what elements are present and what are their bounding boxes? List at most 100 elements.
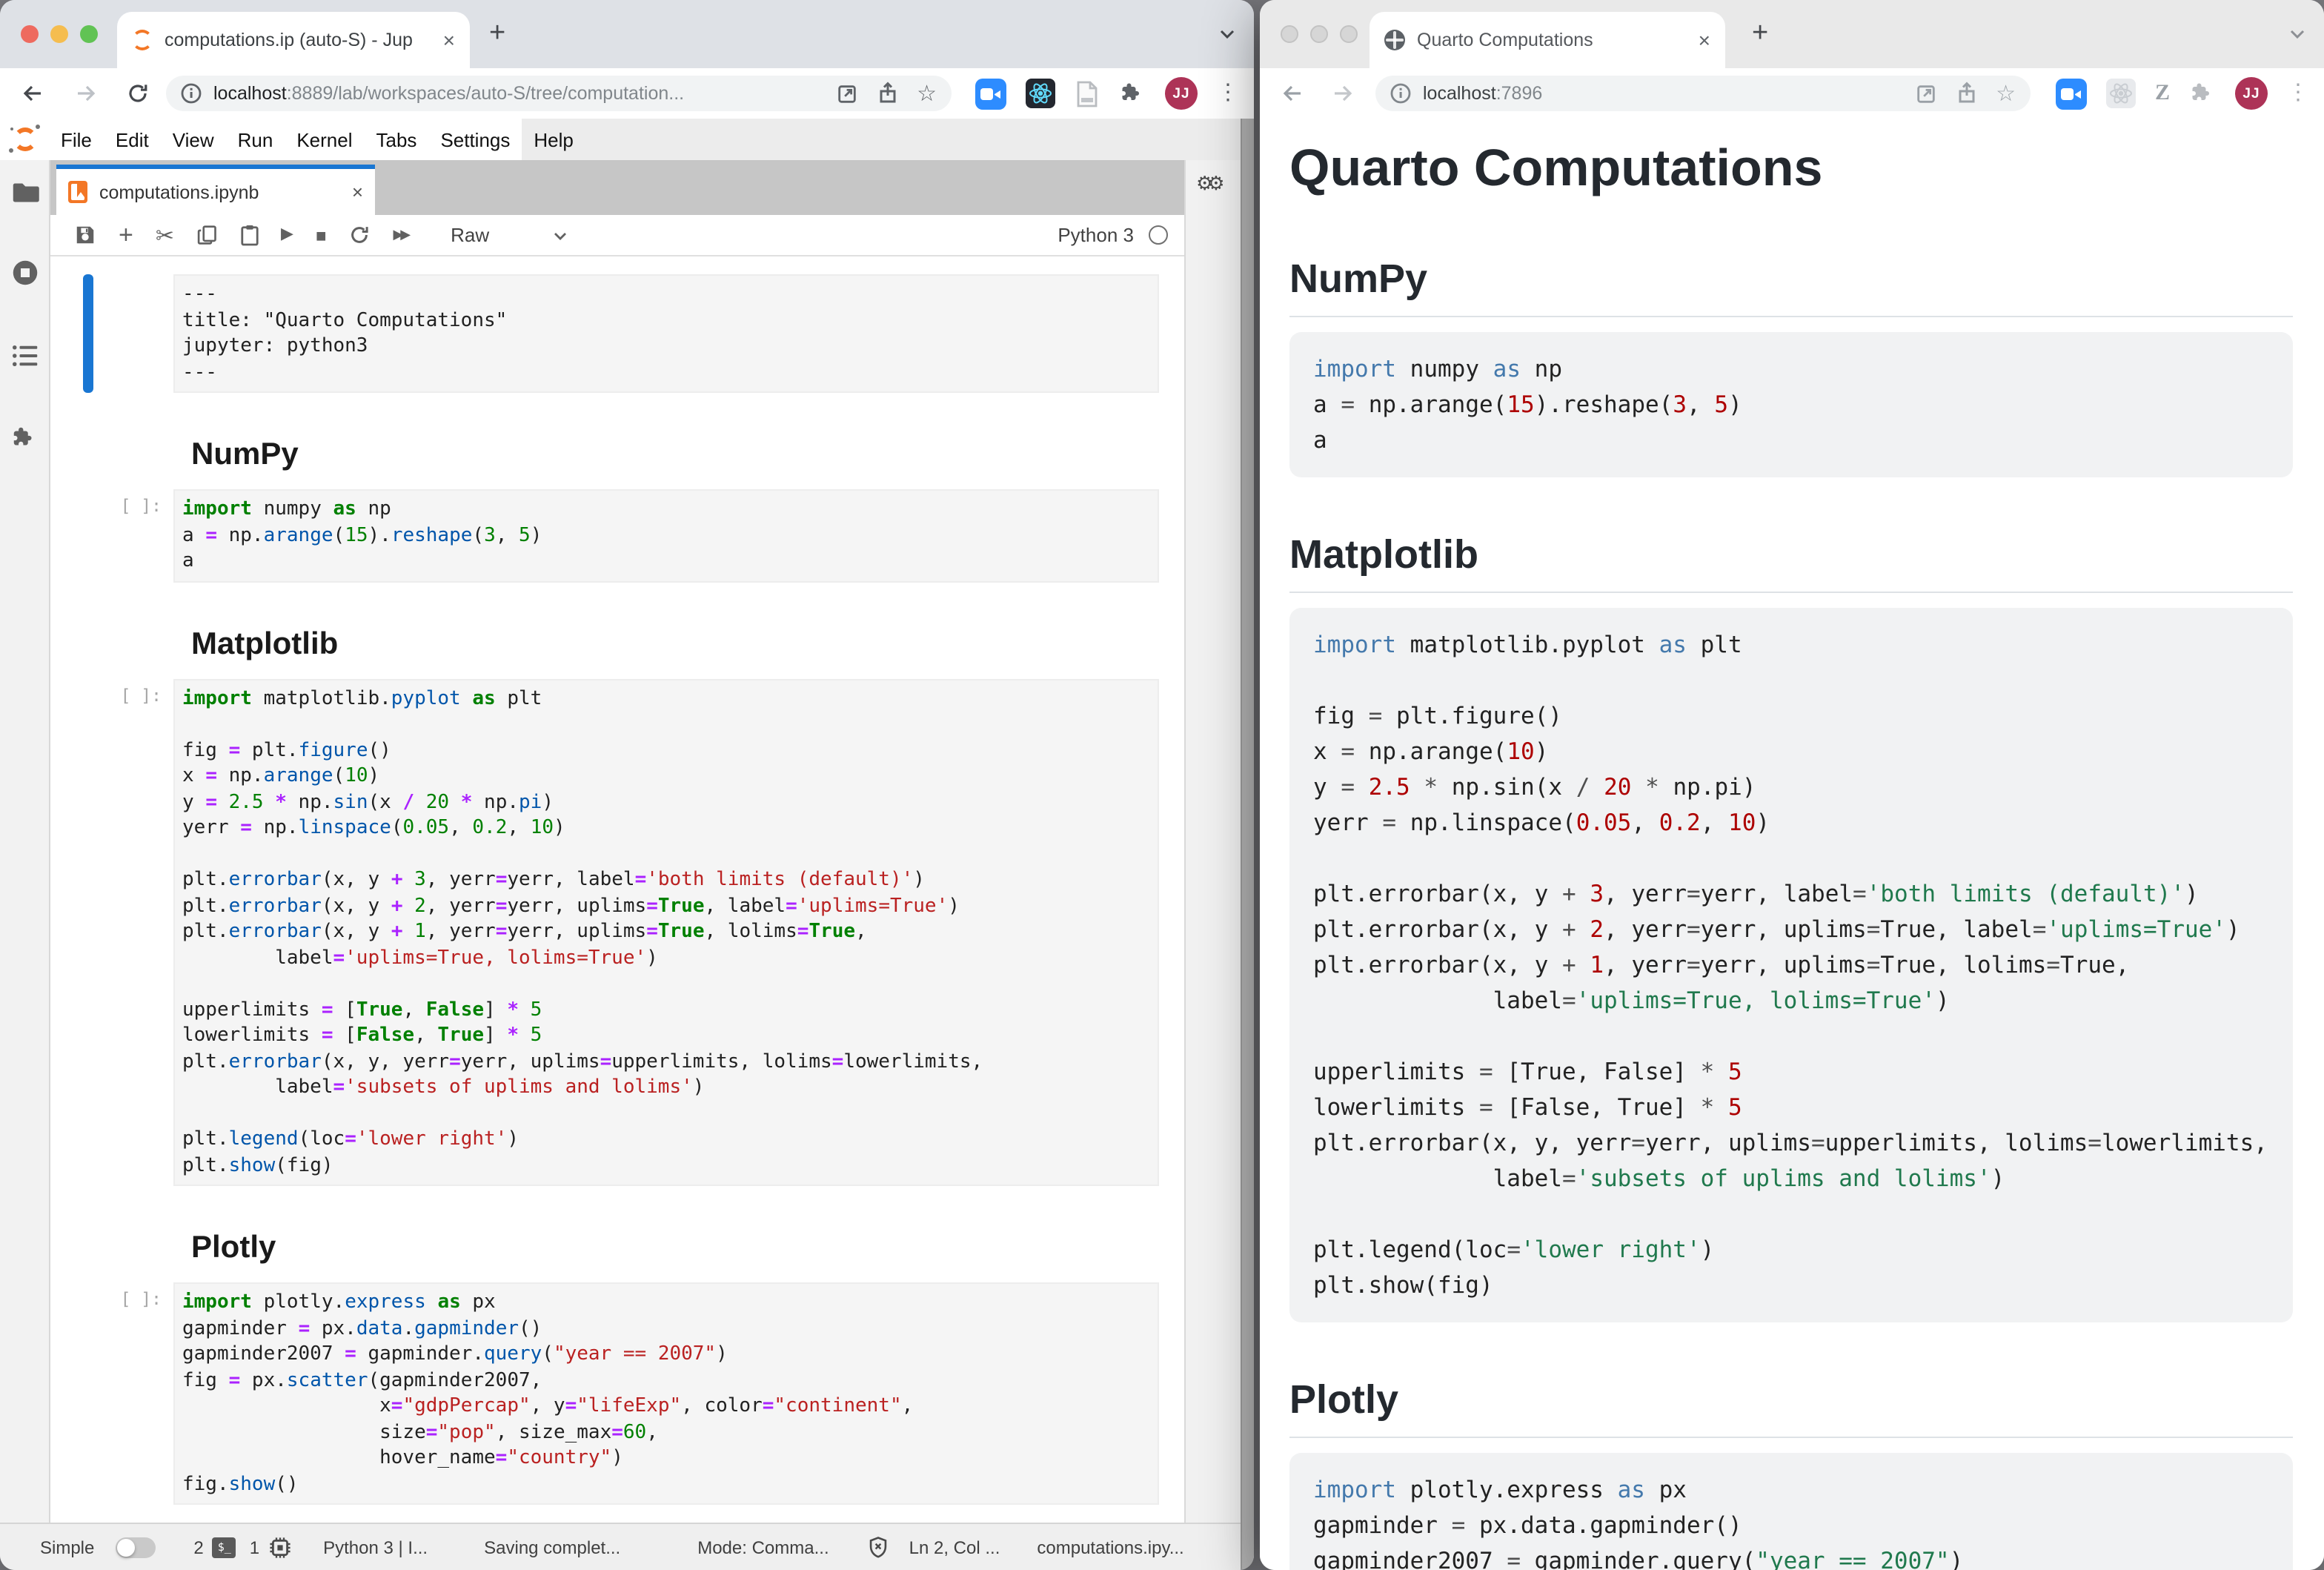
code-line: title: "Quarto Computations" <box>182 308 1149 334</box>
paste-cells-button[interactable] <box>239 223 259 247</box>
notebook-doc-tab[interactable]: computations.ipynb × <box>56 165 375 215</box>
copy-cells-button[interactable] <box>196 223 217 247</box>
cell-type-chevron-icon[interactable] <box>551 226 569 244</box>
interrupt-kernel-button[interactable]: ■ <box>316 223 327 247</box>
close-tab-icon[interactable]: × <box>443 30 455 50</box>
running-kernels-icon[interactable] <box>10 256 39 289</box>
property-inspector-gears-icon[interactable]: ⚙⚙ <box>1196 172 1219 196</box>
kernel-status-text[interactable]: Python 3 | I... <box>323 1537 428 1557</box>
menu-tabs[interactable]: Tabs <box>365 119 429 160</box>
table-of-contents-icon[interactable] <box>10 339 39 372</box>
maximize-window-button[interactable] <box>1340 25 1358 43</box>
minimize-window-button[interactable] <box>50 25 68 43</box>
profile-avatar[interactable]: JJ <box>2235 77 2268 110</box>
close-tab-icon[interactable]: × <box>1699 30 1710 50</box>
cell-collapser[interactable] <box>83 1282 93 1505</box>
cell-collapser[interactable] <box>83 274 93 393</box>
code-line: --- <box>182 360 1149 385</box>
browser-tab[interactable]: computations.ip (auto-S) - Jup × <box>117 12 470 68</box>
browser-menu-kebab-icon[interactable]: ⋮ <box>2287 82 2309 105</box>
cut-cells-button[interactable]: ✂ <box>156 223 174 247</box>
restart-kernel-button[interactable] <box>348 223 371 247</box>
file-browser-icon[interactable] <box>10 176 39 209</box>
kernel-name-label[interactable]: Python 3 <box>1058 224 1134 246</box>
markdown-heading[interactable]: NumPy <box>191 437 1159 473</box>
open-in-new-icon[interactable] <box>835 82 857 105</box>
extensions-puzzle-icon[interactable] <box>1119 80 1146 107</box>
menu-settings[interactable]: Settings <box>428 119 522 160</box>
maximize-window-button[interactable] <box>80 25 98 43</box>
site-info-icon[interactable] <box>181 83 202 104</box>
tab-search-chevron-icon[interactable] <box>1218 25 1236 43</box>
menu-view[interactable]: View <box>161 119 226 160</box>
code-line: fig = plt.figure() <box>1313 698 2269 734</box>
cell-type-dropdown[interactable]: Raw <box>451 224 489 246</box>
notebook-scroll-area[interactable]: ---title: "Quarto Computations"jupyter: … <box>50 256 1186 1524</box>
page-scrollbar[interactable] <box>1241 119 1254 1570</box>
share-icon[interactable] <box>1956 82 1976 105</box>
extensions-puzzle-icon[interactable] <box>2189 80 2216 107</box>
menu-edit[interactable]: Edit <box>104 119 161 160</box>
react-extension-icon[interactable] <box>2106 79 2136 108</box>
menubar-filler <box>585 119 1254 160</box>
code-line: x="gdpPercap", y="lifeExp", color="conti… <box>182 1394 1149 1420</box>
forward-icon[interactable] <box>1331 82 1355 105</box>
code-line: plt.errorbar(x, y, yerr=yerr, uplims=upp… <box>182 1049 1149 1075</box>
terminals-count[interactable]: 2 <box>193 1537 203 1557</box>
kernel-status-icon[interactable] <box>1149 225 1168 245</box>
bookmark-star-icon[interactable]: ☆ <box>917 82 937 105</box>
save-button[interactable] <box>74 223 96 247</box>
tab-search-chevron-icon[interactable] <box>2288 25 2306 43</box>
code-line: gapminder2007 = gapminder.query("year ==… <box>1313 1543 2269 1570</box>
bookmark-star-icon[interactable]: ☆ <box>1996 82 2016 105</box>
add-cell-button[interactable]: + <box>119 223 133 247</box>
menu-kernel[interactable]: Kernel <box>285 119 364 160</box>
new-tab-button[interactable]: + <box>1752 19 1768 49</box>
markdown-heading[interactable]: Plotly <box>191 1231 1159 1266</box>
cell-editor[interactable]: import matplotlib.pyplot as plt fig = pl… <box>173 678 1159 1186</box>
close-window-button[interactable] <box>21 25 39 43</box>
react-extension-icon[interactable] <box>1026 79 1055 108</box>
cursor-position-text[interactable]: Ln 2, Col ... <box>909 1537 1000 1557</box>
back-icon[interactable] <box>21 82 44 105</box>
menu-help[interactable]: Help <box>522 119 585 160</box>
cell-editor[interactable]: import numpy as npa = np.arange(15).resh… <box>173 489 1159 582</box>
run-cell-button[interactable]: ▶ <box>281 223 293 247</box>
restart-run-all-button[interactable]: ▶▶ <box>393 223 408 247</box>
cell-editor[interactable]: ---title: "Quarto Computations"jupyter: … <box>173 274 1159 393</box>
zoom-camera-extension-icon[interactable] <box>975 78 1006 109</box>
simple-mode-toggle[interactable] <box>115 1537 155 1557</box>
extension-manager-icon[interactable] <box>10 421 39 454</box>
minimize-window-button[interactable] <box>1310 25 1328 43</box>
zoom-camera-extension-icon[interactable] <box>2056 78 2087 109</box>
forward-icon[interactable] <box>74 82 98 105</box>
back-icon[interactable] <box>1281 82 1304 105</box>
cell-editor[interactable]: import plotly.express as pxgapminder = p… <box>173 1282 1159 1505</box>
reload-icon[interactable] <box>126 82 150 105</box>
z-extension-icon[interactable]: Z <box>2155 81 2170 106</box>
kernels-count[interactable]: 1 <box>250 1537 259 1557</box>
open-in-new-icon[interactable] <box>1914 82 1936 105</box>
profile-avatar[interactable]: JJ <box>1165 77 1198 110</box>
code-line: y = 2.5 * np.sin(x / 20 * np.pi) <box>1313 769 2269 805</box>
browser-menu-kebab-icon[interactable]: ⋮ <box>1217 82 1239 105</box>
quarto-page[interactable]: Quarto Computations NumPyimport numpy as… <box>1260 119 2324 1570</box>
trust-shield-icon[interactable] <box>868 1535 890 1559</box>
close-window-button[interactable] <box>1281 25 1298 43</box>
menu-file[interactable]: File <box>49 119 104 160</box>
markdown-heading[interactable]: Matplotlib <box>191 626 1159 662</box>
share-icon[interactable] <box>877 82 897 105</box>
cell-collapser[interactable] <box>83 678 93 1186</box>
new-tab-button[interactable]: + <box>489 19 505 49</box>
document-extension-icon[interactable] <box>1075 79 1100 107</box>
address-bar[interactable]: localhost:7896 ☆ <box>1375 76 2031 111</box>
close-notebook-tab-icon[interactable]: × <box>352 181 363 203</box>
address-bar[interactable]: localhost:8889/lab/workspaces/auto-S/tre… <box>166 76 952 111</box>
code-line <box>1313 1018 2269 1054</box>
command-mode-text[interactable]: Mode: Comma... <box>697 1537 829 1557</box>
site-info-icon[interactable] <box>1390 83 1411 104</box>
cell-collapser[interactable] <box>83 489 93 582</box>
browser-tab[interactable]: Quarto Computations × <box>1370 12 1725 68</box>
code-line: plt.legend(loc='lower right') <box>1313 1232 2269 1268</box>
menu-run[interactable]: Run <box>226 119 285 160</box>
